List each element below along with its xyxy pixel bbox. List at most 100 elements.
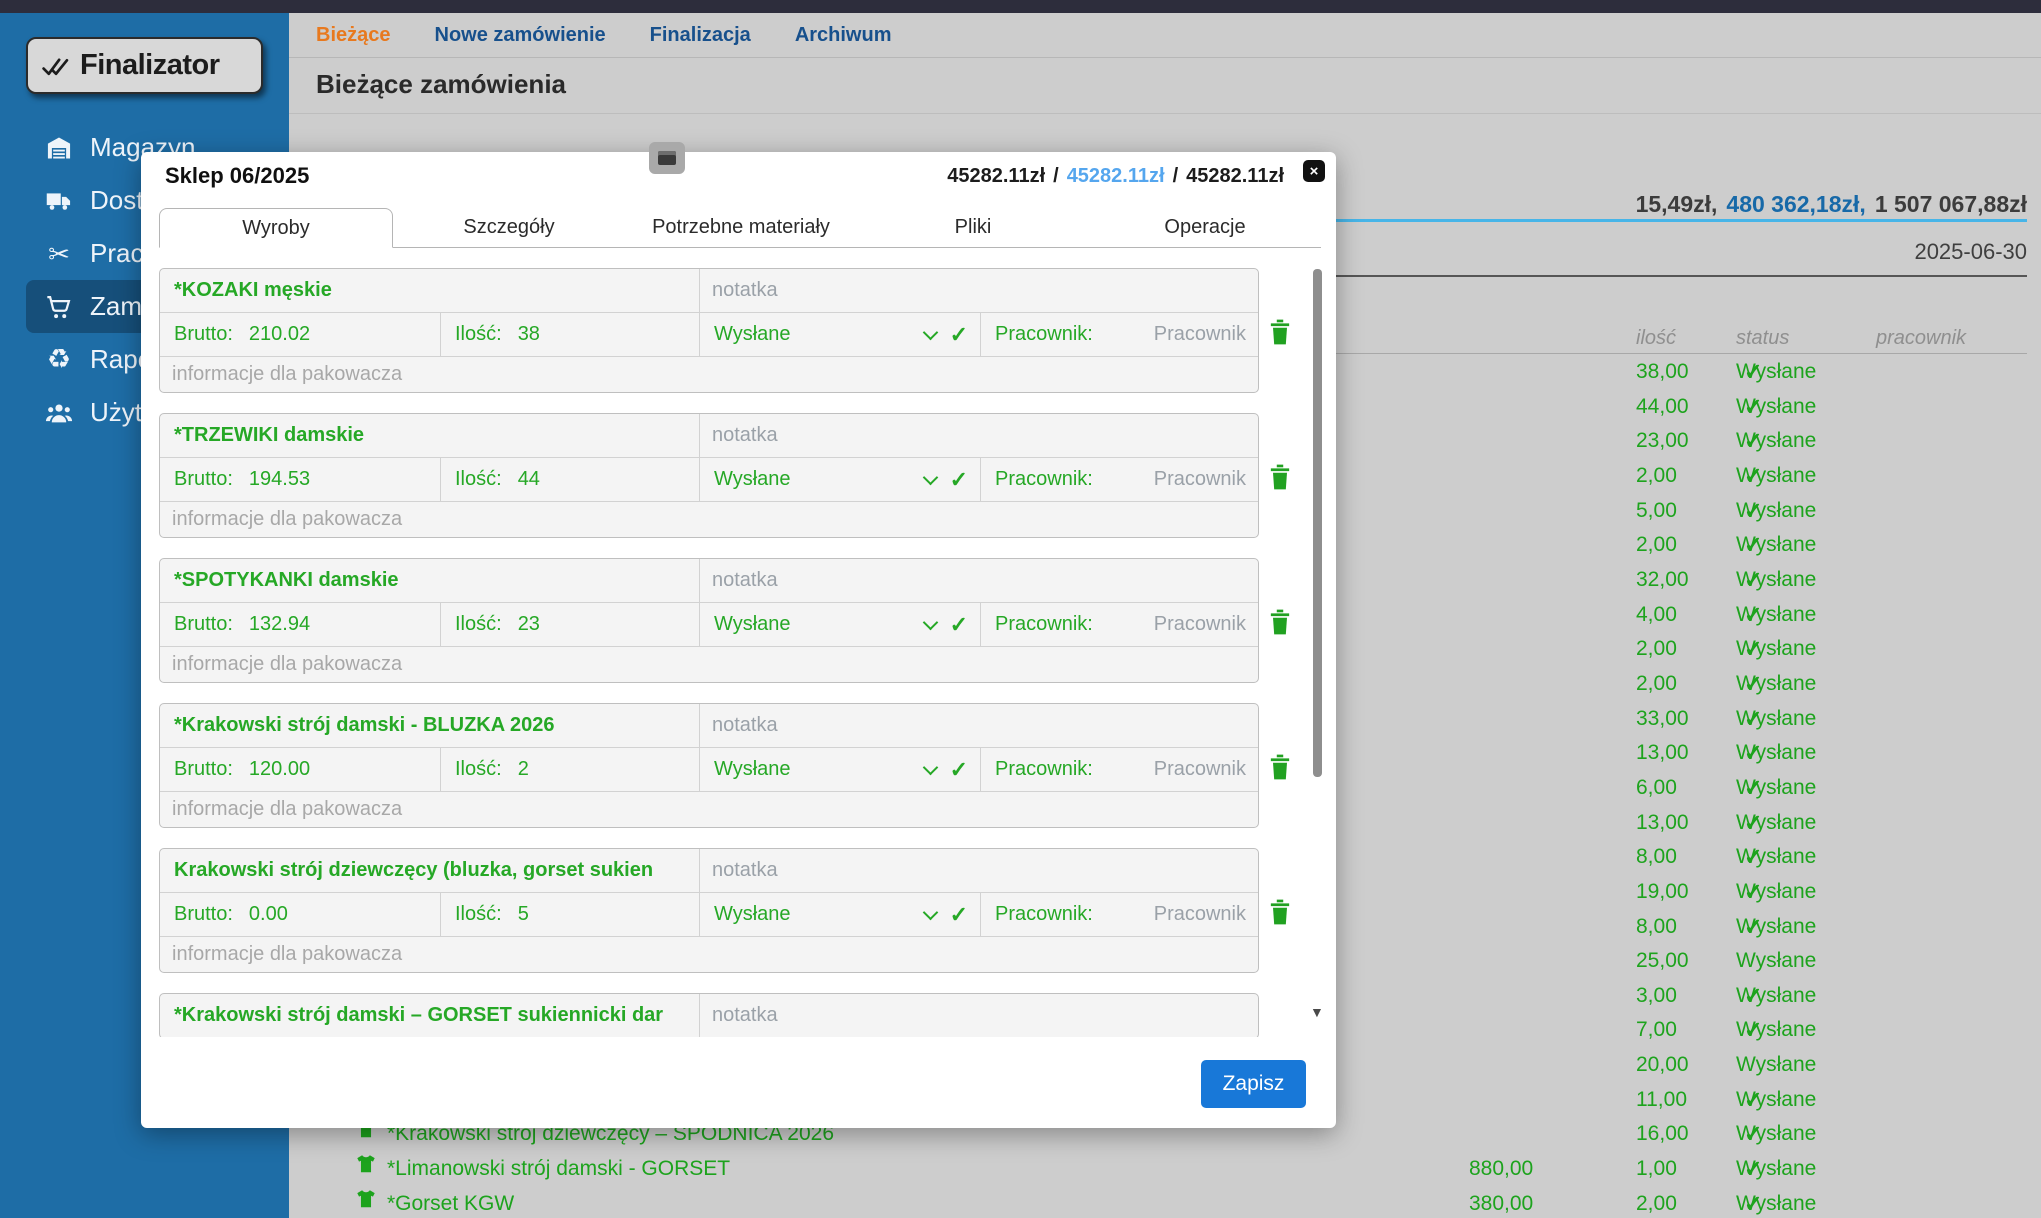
worker-field[interactable]: Pracownik: Pracownik [981,313,1258,356]
row-qty: 16,00 [1636,1117,1689,1152]
check-icon: ✓ [1744,1152,1762,1187]
trash-icon[interactable] [1267,753,1295,783]
table-row[interactable]: *Gorset KGW 380,00 2,00 Wysłane✓ [289,1187,2041,1218]
chevron-down-icon [922,470,938,486]
trash-icon[interactable] [1267,898,1295,928]
worker-field[interactable]: Pracownik: Pracownik [981,603,1258,646]
scrollbar-thumb[interactable] [1313,269,1322,777]
packer-info-input[interactable]: informacje dla pakowacza [160,357,1258,392]
row-qty: 11,00 [1636,1083,1687,1118]
scroll-down-icon[interactable]: ▼ [1310,1004,1324,1020]
truck-icon [44,186,74,216]
product-name: *TRZEWIKI damskie [160,414,700,457]
modal-amounts: 45282.11zł/45282.11zł/45282.11zł [947,165,1284,188]
note-input[interactable]: notatka [700,269,1258,312]
trash-icon[interactable] [1267,608,1295,638]
nav-tab-3[interactable]: Finalizacja [650,24,751,47]
modal-title: Sklep 06/2025 [165,163,309,189]
column-header-qty: ilość [1636,327,1676,350]
row-qty: 2,00 [1636,1187,1677,1218]
nav-tab-4[interactable]: Archiwum [795,24,892,47]
app-logo[interactable]: Finalizator [26,37,263,94]
check-icon: ✓ [1744,1117,1762,1152]
qty-field[interactable]: Ilość:2 [441,748,700,791]
worker-field[interactable]: Pracownik: Pracownik [981,458,1258,501]
cart-icon [44,292,74,322]
amount-segment: 45282.11zł [947,165,1045,188]
brutto-field[interactable]: Brutto:210.02 [160,313,441,356]
nav-tab-2[interactable]: Nowe zamówienie [435,24,606,47]
trash-icon[interactable] [1267,463,1295,493]
qty-field[interactable]: Ilość:38 [441,313,700,356]
brutto-field[interactable]: Brutto:194.53 [160,458,441,501]
divider [289,113,2041,114]
status-select[interactable]: Wysłane ✓ [700,313,981,356]
date-label: 2025-06-30 [1914,239,2027,265]
shirt-icon [355,1152,377,1174]
product-list: *KOZAKI męskie notatka Brutto:210.02 Ilo… [159,262,1309,1037]
table-row[interactable]: *Limanowski strój damski - GORSET 880,00… [289,1152,2041,1187]
check-icon: ✓ [1744,771,1762,806]
modal-tab-4[interactable]: Pliki [857,208,1089,248]
scissors-icon: ✂ [44,239,74,269]
row-qty: 13,00 [1636,736,1689,771]
check-icon: ✓ [1744,390,1762,425]
app-window: Finalizator Magazyn Dostawy ✂ Pracownicy… [0,0,2041,1218]
row-qty: 8,00 [1636,840,1677,875]
qty-field[interactable]: Ilość:44 [441,458,700,501]
trash-icon[interactable] [1267,318,1295,348]
worker-field[interactable]: Pracownik: Pracownik [981,748,1258,791]
packer-info-input[interactable]: informacje dla pakowacza [160,647,1258,682]
modal-tab-1[interactable]: Wyroby [159,208,393,248]
close-icon[interactable]: × [1303,160,1325,182]
packer-info-input[interactable]: informacje dla pakowacza [160,937,1258,972]
check-icon: ✓ [1744,424,1762,459]
note-input[interactable]: notatka [700,704,1258,747]
note-input[interactable]: notatka [700,414,1258,457]
amount-separator: / [1053,165,1059,188]
warehouse-icon [44,133,74,163]
status-select[interactable]: Wysłane ✓ [700,893,981,936]
amount-segment: 1 507 067,88zł [1875,191,2027,218]
row-name: *Gorset KGW [387,1187,514,1218]
product-name: *Krakowski strój damski - BLUZKA 2026 [160,704,700,747]
check-icon: ✓ [1744,806,1762,841]
amount-segment: 15,49zł, [1636,191,1718,218]
check-icon: ✓ [1744,1187,1762,1218]
note-input[interactable]: notatka [700,849,1258,892]
check-icon: ✓ [950,322,968,348]
check-icon: ✓ [1744,840,1762,875]
modal-tab-5[interactable]: Operacje [1089,208,1321,248]
brutto-field[interactable]: Brutto:120.00 [160,748,441,791]
status-select[interactable]: Wysłane ✓ [700,748,981,791]
packer-info-input[interactable]: informacje dla pakowacza [160,792,1258,827]
check-icon: ✓ [1744,598,1762,633]
row-qty: 8,00 [1636,910,1677,945]
recycle-icon: ♻ [44,345,74,375]
brutto-field[interactable]: Brutto:132.94 [160,603,441,646]
status-select[interactable]: Wysłane ✓ [700,458,981,501]
product-card: *TRZEWIKI damskie notatka Brutto:194.53 … [159,413,1299,538]
qty-field[interactable]: Ilość:23 [441,603,700,646]
order-details-modal: Sklep 06/2025 45282.11zł/45282.11zł/4528… [141,152,1336,1128]
status-select[interactable]: Wysłane ✓ [700,603,981,646]
brutto-field[interactable]: Brutto:0.00 [160,893,441,936]
row-qty: 33,00 [1636,702,1689,737]
page-title: Bieżące zamówienia [316,69,566,100]
qty-field[interactable]: Ilość:5 [441,893,700,936]
row-qty: 5,00 [1636,494,1677,529]
modal-tab-2[interactable]: Szczegóły [393,208,625,248]
floating-icon-button[interactable] [649,142,685,174]
check-icon: ✓ [1744,979,1762,1014]
totals-summary: 15,49zł,480 362,18zł,1 507 067,88zł [1636,191,2027,218]
product-name: *SPOTYKANKI damskie [160,559,700,602]
modal-tab-3[interactable]: Potrzebne materiały [625,208,857,248]
check-icon: ✓ [1744,736,1762,771]
save-button[interactable]: Zapisz [1201,1060,1306,1108]
check-icon: ✓ [1744,910,1762,945]
note-input[interactable]: notatka [700,994,1258,1037]
nav-tab-1[interactable]: Bieżące [316,24,391,47]
worker-field[interactable]: Pracownik: Pracownik [981,893,1258,936]
packer-info-input[interactable]: informacje dla pakowacza [160,502,1258,537]
note-input[interactable]: notatka [700,559,1258,602]
